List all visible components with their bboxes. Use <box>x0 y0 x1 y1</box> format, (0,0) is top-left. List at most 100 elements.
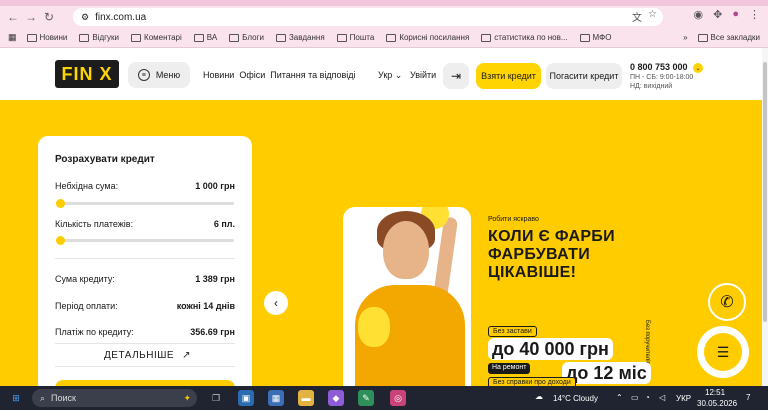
banner-chip: Без застави <box>488 326 537 337</box>
more-icon[interactable]: ⋮ <box>749 8 760 21</box>
phone-number[interactable]: 0 800 753 000 <box>630 62 688 72</box>
tray-expand-icon[interactable]: ⌃ <box>616 393 623 402</box>
banner-photo <box>343 207 471 386</box>
repay-loan-button[interactable]: Погасити кредит <box>546 63 622 89</box>
nav-faq[interactable]: Питання та відповіді <box>270 70 355 80</box>
translate-icon[interactable]: 文 <box>632 9 642 24</box>
network-icon[interactable]: ▭ <box>631 393 639 402</box>
bookmark-item[interactable]: ВА <box>193 33 217 42</box>
chevron-left-icon[interactable]: ‹ <box>264 291 288 315</box>
browser-toolbar: ← → ↻ ⚙ finx.com.ua 文 ☆ ◉ ✥ ● ⋮ <box>0 6 768 28</box>
notes-icon[interactable]: ✎ <box>358 390 374 406</box>
banner-chip: На ремонт <box>488 363 531 374</box>
bookmarks-bar: ▦ Новини Відгуки Коментарі ВА Блоги Завд… <box>0 28 768 48</box>
banner-headline: КОЛИ Є ФАРБИ ФАРБУВАТИ ЦІКАВІШЕ! <box>488 228 615 281</box>
login-arrow-icon[interactable]: ⇥ <box>443 63 469 89</box>
amount-row: Небхідна сума: 1 000 грн <box>55 181 235 191</box>
arrow-up-right-icon: ↗ <box>182 350 191 361</box>
nav-offices[interactable]: Офіси <box>239 70 265 80</box>
bookmark-item[interactable]: статистика по нов... <box>481 33 568 42</box>
calculator-title: Розрахувати кредит <box>55 154 155 165</box>
payments-slider[interactable] <box>56 236 234 245</box>
bookmarks-overflow-icon[interactable]: » <box>683 33 687 42</box>
bookmark-item[interactable]: Пошта <box>336 33 374 42</box>
extensions-icon[interactable]: ✥ <box>713 8 722 21</box>
photo-face <box>383 221 429 279</box>
weather-icon[interactable]: ☁ <box>535 392 543 401</box>
slider-knob[interactable] <box>56 236 65 245</box>
bookmark-item[interactable]: Блоги <box>229 33 264 42</box>
amount-value: 1 000 грн <box>195 181 235 191</box>
star-icon[interactable]: ☆ <box>648 9 657 24</box>
folder-icon <box>131 33 142 42</box>
working-hours: ПН - СБ: 9:00-18:00 НД: вихідний <box>630 74 694 90</box>
calculator-icon[interactable]: ▦ <box>268 390 284 406</box>
menu-label: Меню <box>155 70 181 80</box>
language-indicator[interactable]: УКР <box>676 394 691 403</box>
slider-knob[interactable] <box>56 199 65 208</box>
menu-button[interactable]: ≡ Меню <box>128 62 190 88</box>
forward-icon[interactable]: → <box>22 8 40 26</box>
bookmark-item[interactable]: Завдання <box>275 33 325 42</box>
bookmark-item[interactable]: МФО <box>579 33 611 42</box>
hero-section: Розрахувати кредит Небхідна сума: 1 000 … <box>0 100 762 386</box>
language-select[interactable]: Укр ⌄ <box>378 70 402 81</box>
folder-icon <box>336 33 347 42</box>
clock-time[interactable]: 12:51 <box>705 388 725 397</box>
page-scrollbar[interactable] <box>762 48 768 386</box>
banner-vertical-text: Без поручителів <box>644 320 650 365</box>
bookmark-item[interactable]: Новини <box>26 33 67 42</box>
loan-calculator: Розрахувати кредит Небхідна сума: 1 000 … <box>38 136 252 386</box>
nav-news[interactable]: Новини <box>203 70 234 80</box>
phone-call-icon[interactable]: ✆ <box>708 283 746 321</box>
clock-date[interactable]: 30.05.2026 <box>697 399 737 408</box>
details-link[interactable]: ДЕТАЛЬНІШЕ ↗ <box>104 350 191 361</box>
store-icon[interactable]: ▣ <box>238 390 254 406</box>
camera-icon[interactable]: ◉ <box>694 8 704 21</box>
reload-icon[interactable]: ↻ <box>40 8 58 26</box>
login-link[interactable]: Увійти <box>410 70 436 80</box>
take-loan-button[interactable]: Взяти кредит <box>476 63 541 89</box>
copilot-sparkle-icon: ✦ <box>183 392 191 403</box>
banner-tagline: Робити яскраво <box>488 216 539 223</box>
chrome-icon[interactable]: ◎ <box>390 390 406 406</box>
folder-icon <box>229 33 240 42</box>
chat-button[interactable]: ☰ <box>697 326 749 378</box>
task-view-icon[interactable]: ❐ <box>208 390 224 406</box>
bookmark-item[interactable]: Корисні посилання <box>386 33 469 42</box>
windows-start-icon[interactable]: ⊞ <box>8 390 24 406</box>
back-icon[interactable]: ← <box>4 8 22 26</box>
wifi-icon[interactable]: ◔ <box>645 393 650 402</box>
divider <box>55 343 235 344</box>
profile-icon[interactable]: ● <box>732 8 739 21</box>
payments-row: Кількість платежів: 6 пл. <box>55 219 235 229</box>
all-bookmarks[interactable]: Все закладки <box>697 33 760 42</box>
apps-icon[interactable]: ▦ <box>8 32 17 43</box>
banner-chip: Без справки про доходи <box>488 377 576 386</box>
weather-text[interactable]: 14°C Cloudy <box>553 394 598 403</box>
chat-icon: ☰ <box>704 333 742 371</box>
scroll-thumb[interactable] <box>763 62 767 322</box>
divider <box>55 366 235 367</box>
amount-slider[interactable] <box>56 199 234 208</box>
banner-amount: до 40 000 грн <box>488 338 613 360</box>
finx-logo[interactable]: FIN X <box>55 60 119 88</box>
folder-icon <box>579 33 590 42</box>
address-bar[interactable]: ⚙ finx.com.ua 文 ☆ <box>73 8 663 26</box>
payment-row: Платіж по кредиту: 356.69 грн <box>55 327 235 337</box>
volume-icon[interactable]: ◁ <box>659 393 665 402</box>
site-settings-icon[interactable]: ⚙ <box>81 12 89 23</box>
file-explorer-icon[interactable]: ▬ <box>298 390 314 406</box>
search-icon: ⌕ <box>40 392 46 403</box>
chevron-down-icon[interactable]: ⌄ <box>693 63 703 73</box>
divider <box>55 258 235 259</box>
folder-icon <box>275 33 286 42</box>
windows-taskbar: ⊞ ⌕ Поиск ✦ ❐ ▣ ▦ ▬ ◆ ✎ ◎ ☁ 14°C Cloudy … <box>0 386 768 410</box>
bookmark-item[interactable]: Відгуки <box>79 33 119 42</box>
folder-icon <box>697 33 708 42</box>
taskbar-search[interactable]: ⌕ Поиск ✦ <box>32 389 197 407</box>
main-nav: Новини Офіси Питання та відповіді <box>203 70 356 80</box>
notifications-badge[interactable]: 7 <box>746 393 750 402</box>
copilot-icon[interactable]: ◆ <box>328 390 344 406</box>
bookmark-item[interactable]: Коментарі <box>131 33 182 42</box>
